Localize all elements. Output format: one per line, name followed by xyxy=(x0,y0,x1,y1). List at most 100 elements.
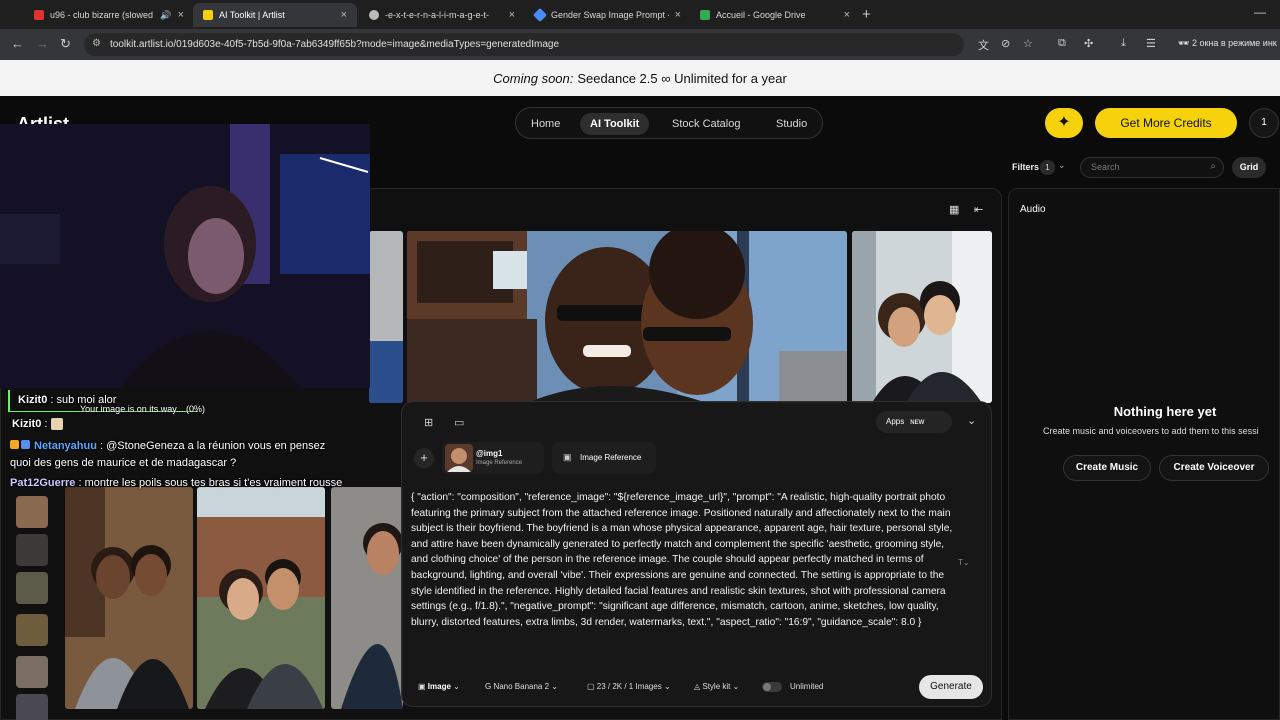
download-icon[interactable]: ⤓ xyxy=(1121,37,1126,50)
audio-title: Audio xyxy=(1020,204,1046,215)
style-kit-select[interactable]: ◬ Style kit ⌄ xyxy=(694,682,739,691)
search-field[interactable]: ⌕ xyxy=(1080,157,1224,178)
sparkle-button[interactable]: ✦ xyxy=(1045,108,1083,138)
gemini-icon xyxy=(532,7,548,23)
close-tab-icon[interactable]: × xyxy=(509,9,515,21)
nav-stock-catalog[interactable]: Stock Catalog xyxy=(662,113,750,135)
back-icon[interactable]: ← xyxy=(11,36,24,51)
add-reference-button[interactable]: + xyxy=(414,448,434,468)
chat-message: Netanyahuu : @StoneGeneza a la réunion v… xyxy=(10,440,325,452)
browser-tab-drive[interactable]: Accueil - Google Drive × xyxy=(690,3,860,27)
url-text[interactable]: toolkit.artlist.io/019d603e-40f5-7b5d-9f… xyxy=(110,39,559,50)
generated-image-content xyxy=(331,487,403,709)
apps-button[interactable]: Apps NEW xyxy=(876,411,952,433)
extension-icon[interactable]: ⧉ xyxy=(1058,37,1066,50)
reference-chip[interactable]: @img1 Image Reference xyxy=(442,442,544,474)
tab-title: Gender Swap Image Prompt - xyxy=(551,10,669,20)
generated-image[interactable] xyxy=(65,487,193,709)
filters-button[interactable]: Filters xyxy=(1012,162,1039,172)
viewer-avatars xyxy=(14,492,50,720)
chat-text: quoi des gens de maurice et de madagasca… xyxy=(10,457,237,469)
browser-toolbar: ← → ↻ ⚙ toolkit.artlist.io/019d603e-40f5… xyxy=(0,29,1280,60)
apps-grid-icon[interactable]: ⊞ xyxy=(424,416,433,429)
unlimited-label: Unlimited xyxy=(790,682,824,691)
generated-image[interactable] xyxy=(852,231,992,403)
site-settings-icon[interactable]: ⚙ xyxy=(92,38,101,49)
close-tab-icon[interactable]: × xyxy=(675,9,681,21)
nav-studio[interactable]: Studio xyxy=(766,113,817,135)
minimize-icon[interactable]: — xyxy=(1254,5,1266,19)
create-voiceover-button[interactable]: Create Voiceover xyxy=(1159,455,1269,481)
generated-image[interactable] xyxy=(197,487,325,709)
browser-tab-gender-swap[interactable]: Gender Swap Image Prompt - × xyxy=(525,3,691,27)
settings-select[interactable]: ▢ 23 / 2K / 1 Images ⌄ xyxy=(587,682,671,691)
create-music-button[interactable]: Create Music xyxy=(1063,455,1151,481)
promo-banner[interactable]: Coming soon: Seedance 2.5 ∞ Unlimited fo… xyxy=(0,60,1280,96)
tab-title: u96 - club bizarre (slowed xyxy=(50,10,154,20)
avatar xyxy=(16,534,48,566)
settings-value: 23 / 2K / 1 Images xyxy=(596,682,662,691)
nav-home[interactable]: Home xyxy=(521,113,570,135)
generated-image[interactable] xyxy=(369,231,403,403)
main-nav: Home AI Toolkit Stock Catalog Studio xyxy=(515,107,823,139)
badge-icon xyxy=(10,440,19,449)
stream-chat: Kizit0 : sub moi alor Your image is on i… xyxy=(0,388,400,494)
browser-tab-music[interactable]: u96 - club bizarre (slowed 🔊 × xyxy=(24,3,194,27)
prompt-textarea[interactable]: { "action": "composition", "reference_im… xyxy=(411,490,956,630)
nav-ai-toolkit[interactable]: AI Toolkit xyxy=(580,113,650,135)
grid-view-icon[interactable]: ▦ xyxy=(949,203,959,216)
bookmark-star-icon[interactable]: ☆ xyxy=(1023,37,1033,50)
collapse-panel-icon[interactable]: ⇤ xyxy=(974,203,983,216)
forward-icon[interactable]: → xyxy=(36,36,49,51)
reading-list-icon[interactable]: ☰ xyxy=(1146,37,1156,50)
browser-tab-artlist[interactable]: AI Toolkit | Artlist × xyxy=(193,3,357,27)
reload-icon[interactable]: ↻ xyxy=(60,36,71,52)
banner-prefix: Coming soon: xyxy=(493,70,574,86)
youtube-icon xyxy=(34,10,44,20)
chat-user: Pat12Guerre xyxy=(10,477,76,489)
mode-value: Image xyxy=(427,682,451,691)
puzzle-icon[interactable]: ✣ xyxy=(1084,37,1093,50)
get-more-credits-button[interactable]: Get More Credits xyxy=(1095,108,1237,138)
model-select[interactable]: G Nano Banana 2 ⌄ xyxy=(485,682,558,691)
chat-icon[interactable]: ▭ xyxy=(454,416,464,429)
chat-user: Netanyahuu xyxy=(34,440,97,452)
browser-tab-external[interactable]: -e-x-t-e-r-n-a-l-i-m-a-g-e-t- × xyxy=(359,3,525,27)
drive-icon xyxy=(700,10,710,20)
generated-image-content xyxy=(65,487,193,709)
banner-text: Seedance 2.5 ∞ Unlimited for a year xyxy=(577,70,787,86)
avatar xyxy=(16,496,48,528)
image-reference-chip[interactable]: ▣ Image Reference xyxy=(552,442,656,474)
text-size-icon[interactable]: T⌄ xyxy=(958,558,970,567)
unlimited-toggle[interactable] xyxy=(762,682,782,692)
search-icon: ⌕ xyxy=(1210,161,1216,172)
close-tab-icon[interactable]: × xyxy=(341,9,347,21)
address-bar[interactable]: ⚙ toolkit.artlist.io/019d603e-40f5-7b5d-… xyxy=(84,33,964,56)
chevron-down-icon[interactable]: ⌄ xyxy=(1058,160,1066,171)
avatar xyxy=(16,694,48,720)
mode-select[interactable]: ▣ Image ⌄ xyxy=(418,682,460,691)
eye-off-icon[interactable]: ⊘ xyxy=(1001,37,1010,50)
chat-text: montre les poils sous tes bras si t'es v… xyxy=(84,477,343,489)
incognito-indicator[interactable]: 🕶 2 окна в режиме инк xyxy=(1178,38,1277,49)
incognito-icon: 🕶 xyxy=(1178,38,1190,48)
grid-toggle[interactable]: Grid xyxy=(1232,157,1266,178)
style-kit-value: Style kit xyxy=(702,682,731,691)
account-button[interactable]: 1 xyxy=(1249,108,1279,138)
search-input[interactable] xyxy=(1091,162,1201,172)
close-tab-icon[interactable]: × xyxy=(178,9,184,21)
chat-text: @StoneGeneza a la réunion vous en pensez xyxy=(106,440,326,452)
audio-panel: Audio Nothing here yet Create music and … xyxy=(1008,188,1280,720)
chat-message: Kizit0 : xyxy=(12,418,63,431)
generated-image[interactable] xyxy=(407,231,847,403)
generate-button[interactable]: Generate xyxy=(919,675,983,699)
avatar xyxy=(16,614,48,646)
generated-image[interactable] xyxy=(331,487,403,709)
new-tab-button[interactable]: + xyxy=(862,6,871,23)
close-tab-icon[interactable]: × xyxy=(844,9,850,21)
chevron-down-icon[interactable]: ⌄ xyxy=(967,414,976,427)
filters-row: Filters 1 ⌄ ⌕ Grid xyxy=(1006,157,1280,179)
translate-icon[interactable]: 文 xyxy=(978,37,989,53)
generated-image-content xyxy=(407,231,847,403)
webcam-image xyxy=(0,124,370,388)
